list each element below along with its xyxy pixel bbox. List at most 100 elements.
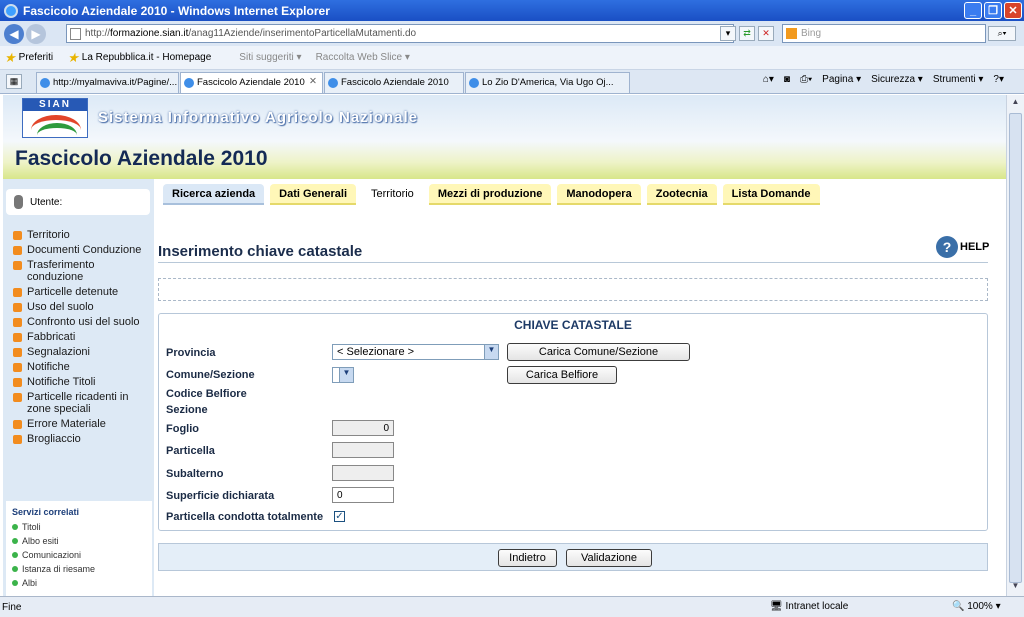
bullet-icon xyxy=(13,363,22,372)
refresh-icon[interactable]: ⇄ xyxy=(739,26,755,41)
sidebar-item-uso-suolo[interactable]: Uso del suolo xyxy=(13,301,151,313)
sidebar-menu: Territorio Documenti Conduzione Trasferi… xyxy=(13,229,151,448)
comune-label: Comune/Sezione xyxy=(166,369,255,381)
tab-territorio[interactable]: Territorio xyxy=(362,184,423,205)
chiave-catastale-form: CHIAVE CATASTALE Provincia < Selezionare… xyxy=(158,313,988,531)
condotta-checkbox[interactable]: ✓ xyxy=(334,511,345,522)
status-bar: Fine 🖥 Intranet locale 🔍 100% ▾ xyxy=(0,596,1024,617)
fav-item-siti[interactable]: Siti suggeriti ▾ xyxy=(239,52,301,63)
page-icon xyxy=(469,78,479,88)
page-icon xyxy=(70,28,81,40)
favorites-button[interactable]: ★ Preferiti xyxy=(4,50,53,66)
sidebar-item-trasferimento[interactable]: Trasferimento conduzione xyxy=(13,259,151,283)
sidebar-item-zone-speciali[interactable]: Particelle ricadenti in zone speciali xyxy=(13,391,151,415)
vertical-scrollbar[interactable]: ▲ ▼ xyxy=(1006,95,1024,596)
forward-arrow-icon[interactable]: ▶ xyxy=(26,23,46,44)
fav-item-repubblica[interactable]: ★ La Repubblica.it - Homepage xyxy=(67,50,225,66)
minimize-button[interactable]: _ xyxy=(964,2,982,19)
zoom-control[interactable]: 🔍 100% ▾ xyxy=(952,601,1001,612)
sidebar-item-fabbricati[interactable]: Fabbricati xyxy=(13,331,151,343)
subalterno-field[interactable] xyxy=(332,465,394,481)
print-icon[interactable]: ⎙▾ xyxy=(800,74,812,85)
ie-icon xyxy=(184,78,194,88)
search-icon[interactable]: ⌕▾ xyxy=(988,26,1016,41)
help-menu-icon[interactable]: ?▾ xyxy=(993,74,1004,85)
sidebar-item-notifiche[interactable]: Notifiche xyxy=(13,361,151,373)
superficie-field[interactable]: 0 xyxy=(332,487,394,503)
user-box: Utente: xyxy=(6,189,150,215)
sidebar-item-particelle-detenute[interactable]: Particelle detenute xyxy=(13,286,151,298)
security-zone: 🖥 Intranet locale xyxy=(770,601,849,612)
carica-belfiore-button[interactable]: Carica Belfiore xyxy=(507,366,617,384)
form-actions: Indietro Validazione xyxy=(158,543,988,571)
bullet-icon xyxy=(13,435,22,444)
sidebar-item-errore[interactable]: Errore Materiale xyxy=(13,418,151,430)
service-albo-esiti[interactable]: Albo esiti xyxy=(12,536,152,546)
provincia-label: Provincia xyxy=(166,347,216,359)
service-titoli[interactable]: Titoli xyxy=(12,522,152,532)
page-icon xyxy=(40,78,50,88)
tab-fascicolo[interactable]: Fascicolo Aziendale 2010 xyxy=(324,72,464,93)
bullet-icon xyxy=(13,393,22,402)
service-albi[interactable]: Albi xyxy=(12,578,152,588)
close-tab-icon[interactable]: ✕ xyxy=(309,76,317,87)
belfiore-label: Codice Belfiore xyxy=(166,388,247,400)
comune-select[interactable]: ▼ xyxy=(332,367,354,383)
sidebar-item-territorio[interactable]: Territorio xyxy=(13,229,151,241)
tab-zootecnia[interactable]: Zootecnia xyxy=(646,184,717,205)
sidebar-item-documenti[interactable]: Documenti Conduzione xyxy=(13,244,151,256)
tab-manodopera[interactable]: Manodopera xyxy=(557,184,641,205)
tab-dati-generali[interactable]: Dati Generali xyxy=(270,184,357,205)
tab-mezzi-produzione[interactable]: Mezzi di produzione xyxy=(428,184,552,205)
sidebar-item-notifiche-titoli[interactable]: Notifiche Titoli xyxy=(13,376,151,388)
bullet-icon xyxy=(13,378,22,387)
scroll-thumb[interactable] xyxy=(1009,113,1022,583)
tab-lista-domande[interactable]: Lista Domande xyxy=(722,184,820,205)
scroll-up-icon[interactable]: ▲ xyxy=(1009,97,1022,110)
dot-icon xyxy=(12,538,18,544)
tab-fascicolo-active[interactable]: Fascicolo Aziendale 2010 ✕ xyxy=(180,72,323,93)
fav-item-webslice[interactable]: Raccolta Web Slice ▾ xyxy=(316,52,410,63)
cmd-sicurezza[interactable]: Sicurezza ▾ xyxy=(871,74,923,85)
indietro-button[interactable]: Indietro xyxy=(498,549,557,567)
help-button[interactable]: ? HELP xyxy=(936,236,989,258)
sidebar-item-brogliaccio[interactable]: Brogliaccio xyxy=(13,433,151,445)
sidebar-item-segnalazioni[interactable]: Segnalazioni xyxy=(13,346,151,358)
particella-field[interactable] xyxy=(332,442,394,458)
feeds-icon[interactable]: ◙ xyxy=(784,74,790,85)
quick-tabs-icon[interactable]: ▦ xyxy=(6,74,22,89)
user-label: Utente: xyxy=(30,197,63,208)
tab-ricerca-azienda[interactable]: Ricerca azienda xyxy=(163,184,265,205)
home-icon[interactable]: ⌂▾ xyxy=(763,74,774,85)
chevron-down-icon: ▼ xyxy=(339,368,353,382)
chevron-down-icon: ▼ xyxy=(484,345,498,359)
services-title: Servizi correlati xyxy=(12,507,80,517)
foglio-field[interactable]: 0 xyxy=(332,420,394,436)
address-field[interactable]: http://formazione.sian.it/anag11Aziende/… xyxy=(66,24,734,43)
tab-myalmaviva[interactable]: http://myalmaviva.it/Pagine/... xyxy=(36,72,179,93)
cmd-pagina[interactable]: Pagina ▾ xyxy=(822,74,861,85)
page-title: Inserimento chiave catastale xyxy=(158,243,363,260)
main-nav: Ricerca azienda Dati Generali Territorio… xyxy=(163,184,820,206)
validazione-button[interactable]: Validazione xyxy=(566,549,652,567)
back-arrow-icon[interactable]: ◀ xyxy=(4,23,24,44)
stop-icon[interactable]: ✕ xyxy=(758,26,774,41)
close-window-button[interactable]: ✕ xyxy=(1004,2,1022,19)
dropdown-arrow-icon[interactable]: ▾ xyxy=(720,26,736,41)
scroll-down-icon[interactable]: ▼ xyxy=(1009,581,1022,594)
dot-icon xyxy=(12,566,18,572)
tab-zio-america[interactable]: Lo Zio D'America, Via Ugo Oj... xyxy=(465,72,630,93)
restore-button[interactable]: ❐ xyxy=(984,2,1002,19)
service-istanza[interactable]: Istanza di riesame xyxy=(12,564,152,574)
sidebar-item-confronto[interactable]: Confronto usi del suolo xyxy=(13,316,151,328)
superficie-label: Superficie dichiarata xyxy=(166,490,275,502)
service-comunicazioni[interactable]: Comunicazioni xyxy=(12,550,152,560)
help-icon: ? xyxy=(936,236,958,258)
system-name: Sistema Informativo Agricolo Nazionale xyxy=(98,109,419,126)
cmd-strumenti[interactable]: Strumenti ▾ xyxy=(933,74,984,85)
ie-icon xyxy=(328,78,338,88)
search-input[interactable]: Bing xyxy=(782,24,986,43)
app-title: Fascicolo Aziendale 2010 xyxy=(15,147,268,170)
provincia-select[interactable]: < Selezionare > ▼ xyxy=(332,344,499,360)
carica-comune-button[interactable]: Carica Comune/Sezione xyxy=(507,343,690,361)
